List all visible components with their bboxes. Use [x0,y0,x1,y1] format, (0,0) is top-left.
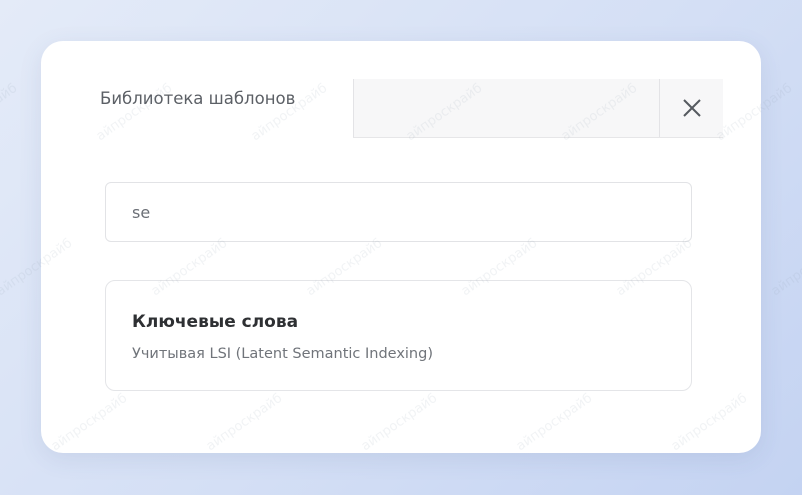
search-input[interactable] [105,182,692,242]
modal-title: Библиотека шаблонов [100,89,296,108]
template-library-modal: Библиотека шаблонов Ключевые слова Учиты… [41,41,761,453]
template-card-description: Учитывая LSI (Latent Semantic Indexing) [132,346,433,362]
template-card-keywords[interactable]: Ключевые слова Учитывая LSI (Latent Sema… [105,280,692,391]
template-card-title: Ключевые слова [132,312,299,332]
watermark-text: айпроскрайб [768,235,802,300]
modal-header-bar [353,79,723,138]
close-button[interactable] [659,79,723,137]
close-icon [682,99,701,117]
watermark-text: айпроскрайб [0,80,21,145]
